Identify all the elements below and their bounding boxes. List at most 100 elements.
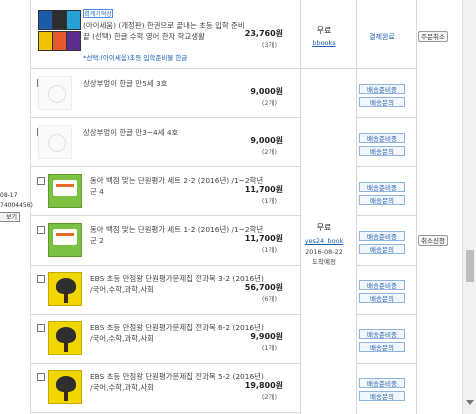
row-divider	[356, 215, 416, 216]
product-qty: (2개)	[261, 148, 277, 156]
placeholder-icon	[48, 85, 66, 103]
product-price: 23,760원	[244, 29, 283, 38]
product-qty: (1개)	[261, 344, 277, 352]
shipping-ready-button[interactable]: 배송준비중	[359, 329, 405, 339]
item-checkbox[interactable]	[37, 275, 45, 283]
delivery-status: 배송준비중 배송문의	[358, 84, 406, 107]
product-thumbnail[interactable]	[38, 10, 53, 30]
delivery-status: 배송준비중 배송문의	[358, 378, 406, 401]
shipping-inquiry-button[interactable]: 배송문의	[359, 244, 405, 254]
delivery-note: 도착예정	[312, 258, 336, 266]
product-qty: (1개)	[261, 246, 277, 254]
order-list-page: 08-17 74004456) 보기 회계기혁상 (아이세움) (개정판) 한권…	[0, 0, 476, 414]
shipping-ready-button[interactable]: 배송준비중	[359, 84, 405, 94]
product-thumbnail[interactable]	[38, 76, 72, 110]
row-divider	[356, 314, 416, 315]
row-divider	[30, 265, 300, 266]
order-date: 08-17	[0, 192, 18, 199]
product-thumbnail[interactable]	[48, 174, 82, 208]
shipping-inquiry-button[interactable]: 배송문의	[359, 342, 405, 352]
scrollbar-thumb[interactable]	[466, 250, 474, 282]
product-price: 9,900원	[250, 332, 283, 341]
product-qty: (3개)	[261, 41, 277, 49]
tree-icon	[56, 327, 76, 343]
delivery-status: 배송준비중 배송문의	[358, 133, 406, 156]
vertical-scrollbar[interactable]	[462, 0, 476, 414]
product-thumbnail[interactable]	[48, 223, 82, 257]
trunk-shape	[64, 342, 68, 352]
product-thumbnail[interactable]	[48, 321, 82, 355]
row-divider	[356, 117, 416, 118]
trunk-shape	[64, 293, 68, 303]
row-divider	[356, 166, 416, 167]
product-qty: (1개)	[261, 197, 277, 205]
product-price: 9,000원	[250, 136, 283, 145]
row-divider	[30, 68, 300, 69]
delivery-date: 2016-08-22	[305, 248, 343, 256]
shipping-inquiry-button[interactable]: 배송문의	[359, 293, 405, 303]
cover-label	[53, 229, 77, 245]
row-divider	[30, 412, 300, 413]
delivery-status: 배송준비중 배송문의	[358, 329, 406, 352]
payment-status: 결제완료	[369, 33, 395, 41]
product-qty: (6개)	[261, 295, 277, 303]
product-thumbnail[interactable]	[48, 370, 82, 404]
shipping-company[interactable]: yes24_book	[300, 237, 348, 245]
shipping-company[interactable]: bbooks	[300, 39, 348, 47]
row-divider	[30, 314, 300, 315]
shipping-inquiry-button[interactable]: 배송문의	[359, 146, 405, 156]
product-price: 11,700원	[244, 234, 283, 243]
shipping-ready-button[interactable]: 배송준비중	[359, 378, 405, 388]
shipping-ready-button[interactable]: 배송준비중	[359, 182, 405, 192]
tree-icon	[56, 376, 76, 392]
grid-divider	[416, 0, 417, 414]
cancel-request-button[interactable]: 취소신청	[418, 235, 448, 246]
row-divider	[30, 215, 300, 216]
product-thumbnail[interactable]	[66, 31, 81, 51]
shipping-inquiry-button[interactable]: 배송문의	[359, 97, 405, 107]
shipping-ready-button[interactable]: 배송준비중	[359, 231, 405, 241]
product-qty: (2개)	[261, 393, 277, 401]
row-divider	[30, 363, 300, 364]
grid-divider	[356, 0, 357, 414]
tree-icon	[56, 278, 76, 294]
cover-label	[53, 180, 77, 196]
order-detail-button[interactable]: 보기	[0, 212, 20, 222]
item-checkbox[interactable]	[37, 226, 45, 234]
scroll-down-arrow-icon[interactable]	[466, 400, 474, 405]
order-cancel-button[interactable]: 주문취소	[418, 31, 448, 42]
product-thumbnail[interactable]	[38, 31, 53, 51]
product-thumbnail[interactable]	[38, 125, 72, 159]
delivery-status: 배송준비중 배송문의	[358, 280, 406, 303]
item-checkbox[interactable]	[37, 177, 45, 185]
shipping-inquiry-button[interactable]: 배송문의	[359, 391, 405, 401]
shipping-inquiry-button[interactable]: 배송문의	[359, 195, 405, 205]
shipping-info: 무료 yes24_book 2016-08-22 도착예정	[300, 222, 348, 266]
shipping-ready-button[interactable]: 배송준비중	[359, 280, 405, 290]
product-thumbnail[interactable]	[48, 272, 82, 306]
shipping-fee: 무료	[316, 26, 332, 35]
order-info-column: 08-17 74004456) 보기	[0, 0, 33, 414]
delivery-status: 배송준비중 배송문의	[358, 231, 406, 254]
row-divider	[30, 117, 300, 118]
product-thumbnail[interactable]	[52, 31, 67, 51]
row-divider	[356, 363, 416, 364]
order-number: 74004456)	[0, 202, 33, 209]
product-price: 19,800원	[244, 381, 283, 390]
product-badge: 회계기혁상	[83, 9, 113, 18]
row-divider	[300, 68, 416, 69]
order-status: 결제완료	[358, 30, 406, 42]
item-checkbox[interactable]	[37, 373, 45, 381]
trunk-shape	[64, 391, 68, 401]
product-price: 9,000원	[250, 87, 283, 96]
delivery-status: 배송준비중 배송문의	[358, 182, 406, 205]
row-divider	[30, 166, 300, 167]
product-thumbnail[interactable]	[66, 10, 81, 30]
product-option: *선택:(아이세움)초등 입학준비물 한글	[83, 54, 188, 62]
product-qty: (2개)	[261, 99, 277, 107]
product-thumbnail[interactable]	[52, 10, 67, 30]
shipping-info: 무료 bbooks	[300, 25, 348, 47]
item-checkbox[interactable]	[37, 324, 45, 332]
placeholder-icon	[48, 134, 66, 152]
shipping-ready-button[interactable]: 배송준비중	[359, 133, 405, 143]
